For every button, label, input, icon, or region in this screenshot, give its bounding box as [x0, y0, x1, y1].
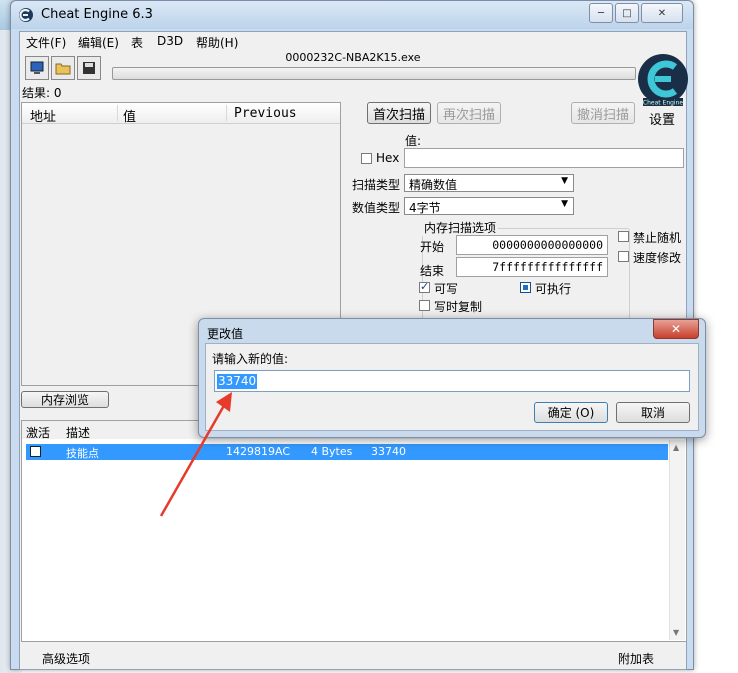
- hex-checkbox[interactable]: [361, 153, 372, 164]
- change-value-dialog: 更改值 ✕ 请输入新的值: 33740 确定 (O) 取消: [198, 318, 706, 438]
- writable-checkbox[interactable]: [419, 280, 430, 293]
- dialog-close-button[interactable]: ✕: [653, 319, 699, 339]
- cheat-engine-logo-icon: Cheat Engine: [638, 54, 688, 107]
- memory-view-button[interactable]: 内存浏览: [21, 391, 109, 408]
- col-address[interactable]: 地址: [30, 106, 56, 125]
- undo-scan-button[interactable]: 撤消扫描: [571, 102, 635, 124]
- menu-edit[interactable]: 编辑(E): [78, 34, 119, 51]
- new-value-input[interactable]: 33740: [214, 370, 690, 392]
- row-description: 技能点: [66, 447, 99, 460]
- dialog-prompt: 请输入新的值:: [212, 352, 289, 366]
- address-list-header: 地址 值 Previous: [22, 103, 340, 125]
- scroll-down-icon[interactable]: ▼: [673, 628, 679, 637]
- maximize-button[interactable]: □: [615, 3, 639, 23]
- start-address-input[interactable]: 0000000000000000: [456, 235, 608, 255]
- stop-address-input[interactable]: 7fffffffffffffff: [456, 257, 608, 277]
- executable-checkbox[interactable]: [520, 282, 531, 293]
- table-extras-link[interactable]: 附加表: [618, 650, 654, 667]
- hex-label: Hex: [376, 151, 400, 165]
- cheat-engine-logo[interactable]: Cheat Engine 设置: [637, 52, 689, 128]
- scroll-up-icon[interactable]: ▲: [673, 443, 679, 452]
- scan-type-label: 扫描类型: [352, 178, 401, 192]
- process-name: 0000232C-NBA2K15.exe: [285, 51, 421, 64]
- title-bar[interactable]: Cheat Engine 6.3 ─ □ ✕: [11, 1, 693, 29]
- disable-random-label: 禁止随机: [633, 231, 682, 245]
- row-value: 33740: [371, 445, 406, 458]
- next-scan-button[interactable]: 再次扫描: [437, 102, 501, 124]
- menu-help[interactable]: 帮助(H): [196, 34, 238, 51]
- cheat-engine-icon: [19, 8, 33, 22]
- row-type: 4 Bytes: [311, 445, 353, 458]
- cheat-table[interactable]: 激活 描述 技能点 1429819AC 4 Bytes 33740 ▲ ▼: [21, 420, 687, 642]
- dropdown-arrow-icon: ▼: [561, 199, 568, 209]
- stop-address-label: 结束: [420, 264, 445, 278]
- results-count: 结果: 0: [22, 86, 62, 100]
- value-label: 值:: [405, 134, 422, 148]
- active-checkbox[interactable]: [30, 446, 41, 457]
- writable-label: 可写: [434, 282, 459, 296]
- col-value[interactable]: 值: [123, 106, 136, 125]
- scan-progress-bar: [112, 67, 636, 80]
- settings-label[interactable]: 设置: [649, 109, 675, 128]
- value-type-label: 数值类型: [352, 201, 401, 215]
- scan-type-select[interactable]: 精确数值 ▼: [404, 174, 574, 192]
- value-type-select[interactable]: 4字节 ▼: [404, 197, 574, 215]
- new-value-text: 33740: [217, 374, 258, 389]
- first-scan-button[interactable]: 首次扫描: [367, 102, 431, 124]
- speedhack-label: 速度修改: [633, 251, 682, 265]
- memory-scan-options-title: 内存扫描选项: [422, 219, 499, 236]
- col-description[interactable]: 描述: [66, 424, 90, 441]
- speedhack-checkbox[interactable]: [618, 251, 629, 262]
- menu-bar: 文件(F) 编辑(E) 表 D3D 帮助(H): [20, 32, 686, 50]
- col-previous[interactable]: Previous: [234, 106, 297, 121]
- dialog-body: 请输入新的值: 33740 确定 (O) 取消: [205, 343, 699, 431]
- cheat-table-scrollbar[interactable]: ▲ ▼: [669, 440, 685, 640]
- disable-random-checkbox[interactable]: [618, 231, 629, 242]
- advanced-options-link[interactable]: 高级选项: [42, 650, 90, 667]
- scan-value-input[interactable]: [404, 148, 684, 168]
- table-row[interactable]: 技能点 1429819AC 4 Bytes 33740: [26, 444, 668, 460]
- dropdown-arrow-icon: ▼: [561, 176, 568, 186]
- menu-file[interactable]: 文件(F): [26, 34, 66, 51]
- value-type-value: 4字节: [409, 201, 441, 215]
- copy-on-write-checkbox[interactable]: [419, 300, 430, 311]
- cancel-button[interactable]: 取消: [616, 402, 690, 423]
- window-title: Cheat Engine 6.3: [41, 7, 153, 22]
- menu-table[interactable]: 表: [131, 34, 143, 51]
- dialog-title: 更改值: [207, 327, 244, 341]
- menu-d3d[interactable]: D3D: [157, 34, 183, 48]
- minimize-button[interactable]: ─: [589, 3, 613, 23]
- col-active[interactable]: 激活: [26, 424, 50, 441]
- close-icon: ✕: [670, 322, 682, 336]
- executable-label: 可执行: [535, 282, 572, 296]
- ok-button[interactable]: 确定 (O): [534, 402, 608, 423]
- start-address-label: 开始: [420, 240, 445, 254]
- logo-text: Cheat Engine: [643, 100, 683, 107]
- copy-on-write-label: 写时复制: [434, 300, 483, 314]
- close-button[interactable]: ✕: [641, 3, 683, 23]
- row-address: 1429819AC: [226, 445, 291, 458]
- scan-type-value: 精确数值: [409, 178, 458, 192]
